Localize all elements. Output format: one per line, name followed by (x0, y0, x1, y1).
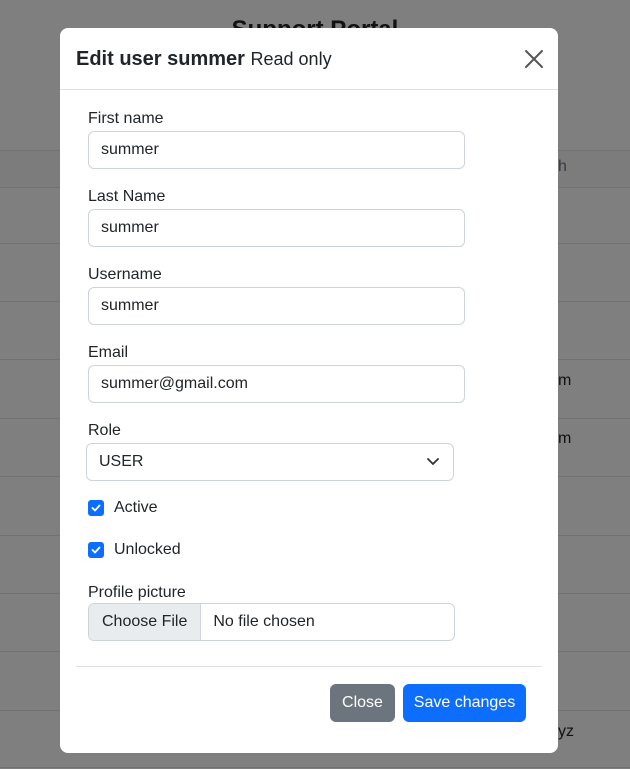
save-changes-button[interactable]: Save changes (403, 684, 526, 722)
profile-picture-file-input[interactable]: Choose File No file chosen (88, 603, 455, 641)
unlocked-checkbox-row[interactable]: Unlocked (88, 541, 181, 559)
profile-picture-label: Profile picture (88, 584, 186, 601)
username-field[interactable] (88, 287, 465, 325)
modal-header: Edit user summer Read only (60, 28, 558, 90)
email-field[interactable] (88, 365, 465, 403)
choose-file-button[interactable]: Choose File (89, 604, 202, 640)
active-checkbox[interactable] (88, 500, 104, 516)
file-status-text: No file chosen (213, 613, 315, 630)
last-name-label: Last Name (88, 188, 166, 205)
modal-title-text: Edit user summer (76, 48, 245, 70)
checkmark-icon (91, 504, 101, 512)
modal-footer-divider (76, 666, 542, 667)
chevron-down-icon (427, 458, 439, 465)
first-name-label: First name (88, 110, 164, 127)
edit-user-modal: Edit user summer Read only First name La… (60, 28, 558, 753)
role-label: Role (88, 422, 121, 439)
modal-title: Edit user summer Read only (76, 47, 332, 71)
unlocked-checkbox[interactable] (88, 542, 104, 558)
checkmark-icon (91, 546, 101, 554)
email-label: Email (88, 344, 129, 361)
first-name-field[interactable] (88, 131, 465, 169)
read-only-label: Read only (250, 49, 332, 69)
last-name-field[interactable] (88, 209, 465, 247)
username-label: Username (88, 266, 162, 283)
unlocked-label: Unlocked (114, 541, 181, 558)
role-select[interactable]: USER (86, 443, 454, 481)
active-label: Active (114, 499, 158, 516)
close-icon[interactable] (524, 49, 544, 69)
close-button[interactable]: Close (330, 684, 395, 722)
active-checkbox-row[interactable]: Active (88, 499, 158, 517)
role-selected-value: USER (99, 453, 144, 470)
